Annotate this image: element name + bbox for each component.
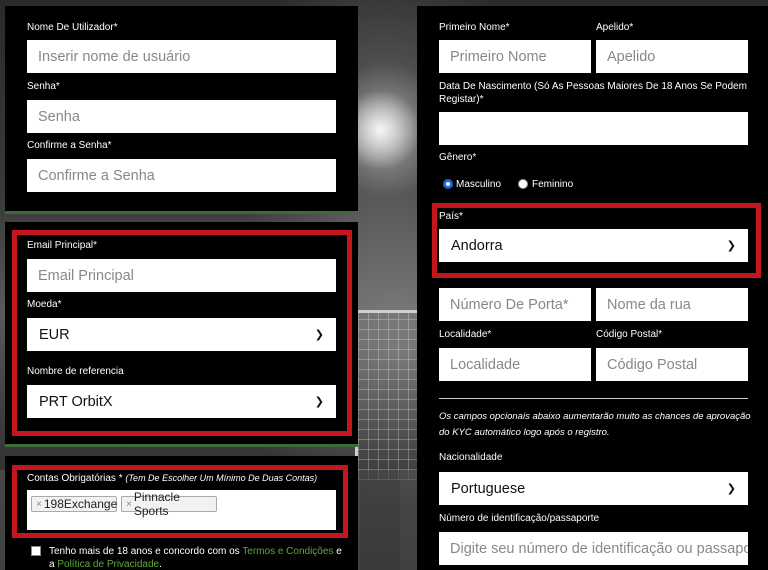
terms-text: Tenho mais de 18 anos e concordo com os … (49, 546, 342, 557)
remove-tag-icon[interactable]: × (126, 499, 132, 510)
terms-checkbox[interactable] (31, 546, 41, 556)
password-label: Senha* (27, 81, 60, 92)
reference-select[interactable]: PRT OrbitX ❯ (27, 385, 336, 418)
city-input[interactable]: Localidade (439, 348, 591, 381)
reference-value: PRT OrbitX (39, 393, 113, 410)
account-tag[interactable]: × 198Exchange (31, 496, 117, 512)
divider (5, 444, 358, 447)
account-tag-label: Pinnacle Sports (133, 490, 180, 518)
confirm-password-input[interactable]: Confirme a Senha (27, 159, 336, 192)
country-select[interactable]: Andorra ❯ (439, 229, 748, 262)
country-label: País* (439, 211, 463, 222)
nationality-select[interactable]: Portuguese ❯ (439, 472, 748, 505)
privacy-text-part: . (159, 559, 162, 570)
chevron-down-icon: ❯ (314, 396, 324, 408)
street-name-input[interactable]: Nome da rua (596, 288, 748, 321)
accounts-hint: (Tem De Escolher Um Mínimo De Duas Conta… (125, 473, 318, 483)
currency-label: Moeda* (27, 299, 62, 310)
password-input[interactable]: Senha (27, 100, 336, 133)
separator (439, 398, 748, 399)
id-number-input[interactable]: Digite seu número de identificação ou pa… (439, 532, 748, 565)
postal-code-label: Código Postal* (596, 329, 663, 340)
dob-input[interactable] (439, 112, 748, 145)
username-label: Nome De Utilizador* (27, 22, 118, 33)
divider (5, 211, 358, 214)
country-value: Andorra (451, 237, 503, 254)
gender-label: Gênero* (439, 152, 477, 163)
dob-label-line2: Registar)* (439, 94, 484, 105)
email-label: Email Principal* (27, 240, 98, 251)
last-name-input[interactable]: Apelido (596, 40, 748, 73)
reference-label: Nombre de referencia (27, 366, 124, 377)
gender-male-radio[interactable] (443, 179, 453, 189)
currency-value: EUR (39, 326, 70, 343)
id-number-label: Número de identificação/passaporte (439, 513, 600, 524)
confirm-password-label: Confirme a Senha* (27, 140, 112, 151)
accounts-label-text: Contas Obrigatórias * (27, 473, 126, 484)
gender-male-label: Masculino (456, 179, 502, 190)
privacy-text: a Política de Privacidade. (49, 559, 162, 570)
city-label: Localidade* (439, 329, 492, 340)
nationality-value: Portuguese (451, 480, 526, 497)
privacy-link[interactable]: Política de Privacidade (57, 559, 159, 570)
gender-female-radio[interactable] (518, 179, 528, 189)
username-input[interactable]: Inserir nome de usuário (27, 40, 336, 73)
postal-code-input[interactable]: Código Postal (596, 348, 748, 381)
email-input[interactable]: Email Principal (27, 259, 336, 292)
terms-link[interactable]: Termos e Condições (242, 546, 333, 557)
chevron-down-icon: ❯ (726, 240, 736, 252)
chevron-down-icon: ❯ (726, 483, 736, 495)
account-tag[interactable]: × Pinnacle Sports (121, 490, 217, 518)
terms-text-part: e (333, 546, 342, 557)
door-number-input[interactable]: Número De Porta* (439, 288, 591, 321)
accounts-label: Contas Obrigatórias * (Tem De Escolher U… (27, 473, 317, 484)
terms-text-part: Tenho mais de 18 anos e concordo com os (49, 546, 243, 557)
currency-select[interactable]: EUR ❯ (27, 318, 336, 351)
optional-note-line2: do KYC automático logo após o registro. (439, 427, 610, 438)
chevron-down-icon: ❯ (314, 329, 324, 341)
optional-note: Os campos opcionais abaixo aumentarão mu… (439, 411, 751, 422)
remove-tag-icon[interactable]: × (36, 499, 42, 510)
first-name-label: Primeiro Nome* (439, 22, 510, 33)
nationality-label: Nacionalidade (439, 452, 503, 463)
dob-label: Data De Nascimento (Só As Pessoas Maiore… (439, 81, 747, 92)
account-tag-label: 198Exchange (43, 497, 118, 511)
gender-female-label: Feminino (532, 179, 574, 190)
first-name-input[interactable]: Primeiro Nome (439, 40, 591, 73)
last-name-label: Apelido* (596, 22, 634, 33)
